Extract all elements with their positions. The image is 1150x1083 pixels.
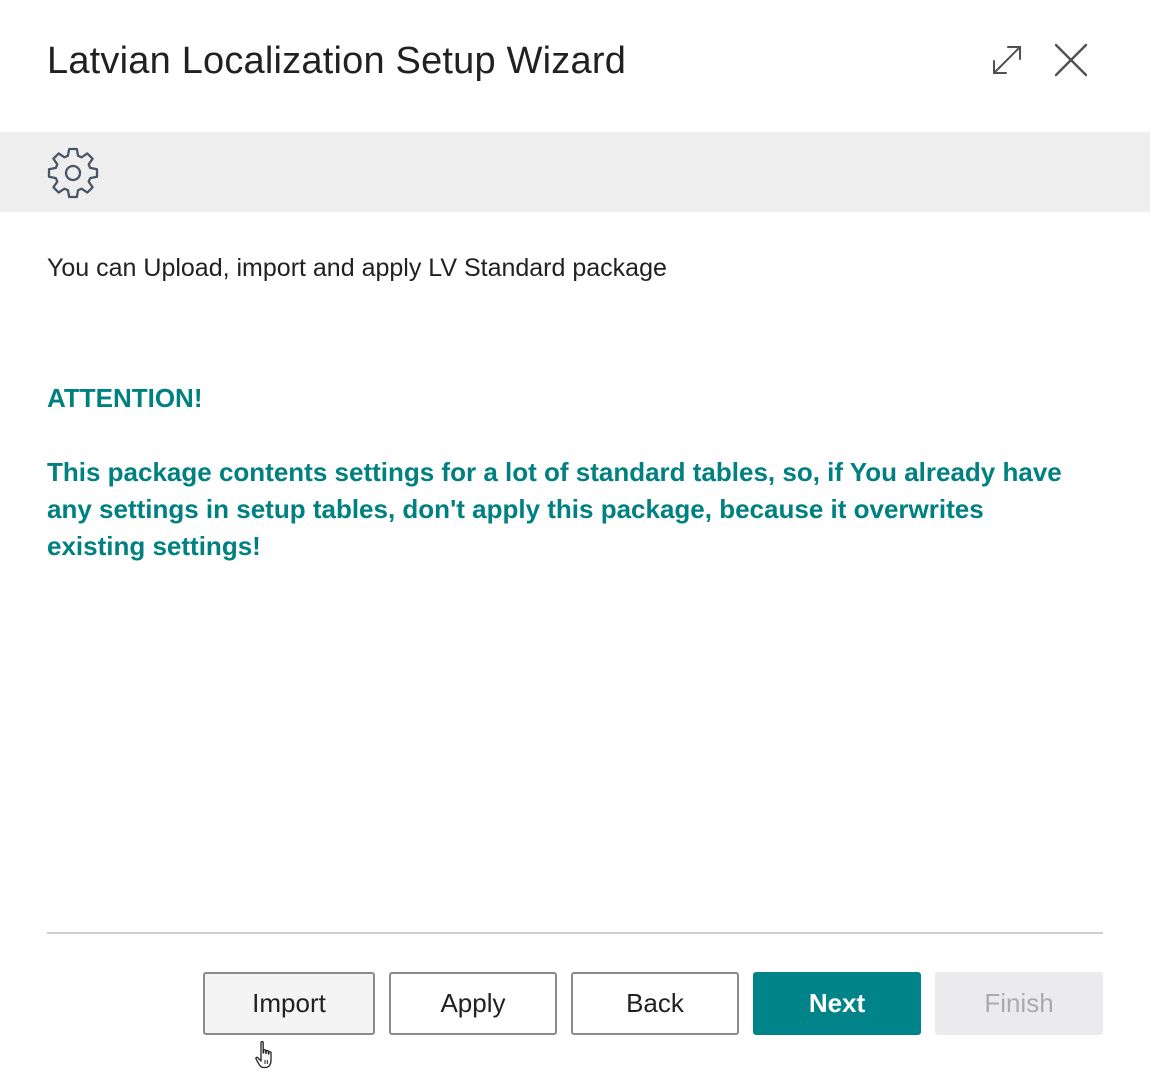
apply-button[interactable]: Apply <box>389 972 557 1035</box>
finish-button[interactable]: Finish <box>935 972 1103 1035</box>
attention-heading: ATTENTION! <box>47 383 203 413</box>
expand-arrows-icon <box>993 46 1021 74</box>
close-button[interactable] <box>1051 40 1091 80</box>
dialog-title: Latvian Localization Setup Wizard <box>47 40 627 82</box>
footer-divider <box>47 932 1103 934</box>
wizard-banner <box>0 132 1150 212</box>
import-button[interactable]: Import <box>203 972 375 1035</box>
gear-icon <box>47 147 99 199</box>
back-button[interactable]: Back <box>571 972 739 1035</box>
expand-button[interactable] <box>987 40 1027 80</box>
setup-wizard-dialog: Latvian Localization Setup Wizard You ca… <box>0 0 1150 1083</box>
intro-text: You can Upload, import and apply LV Stan… <box>47 254 667 282</box>
hand-pointer-cursor-icon <box>255 1041 272 1069</box>
next-button[interactable]: Next <box>753 972 921 1035</box>
close-x-icon <box>1054 43 1088 77</box>
warning-text: This package contents settings for a lot… <box>47 457 1062 561</box>
